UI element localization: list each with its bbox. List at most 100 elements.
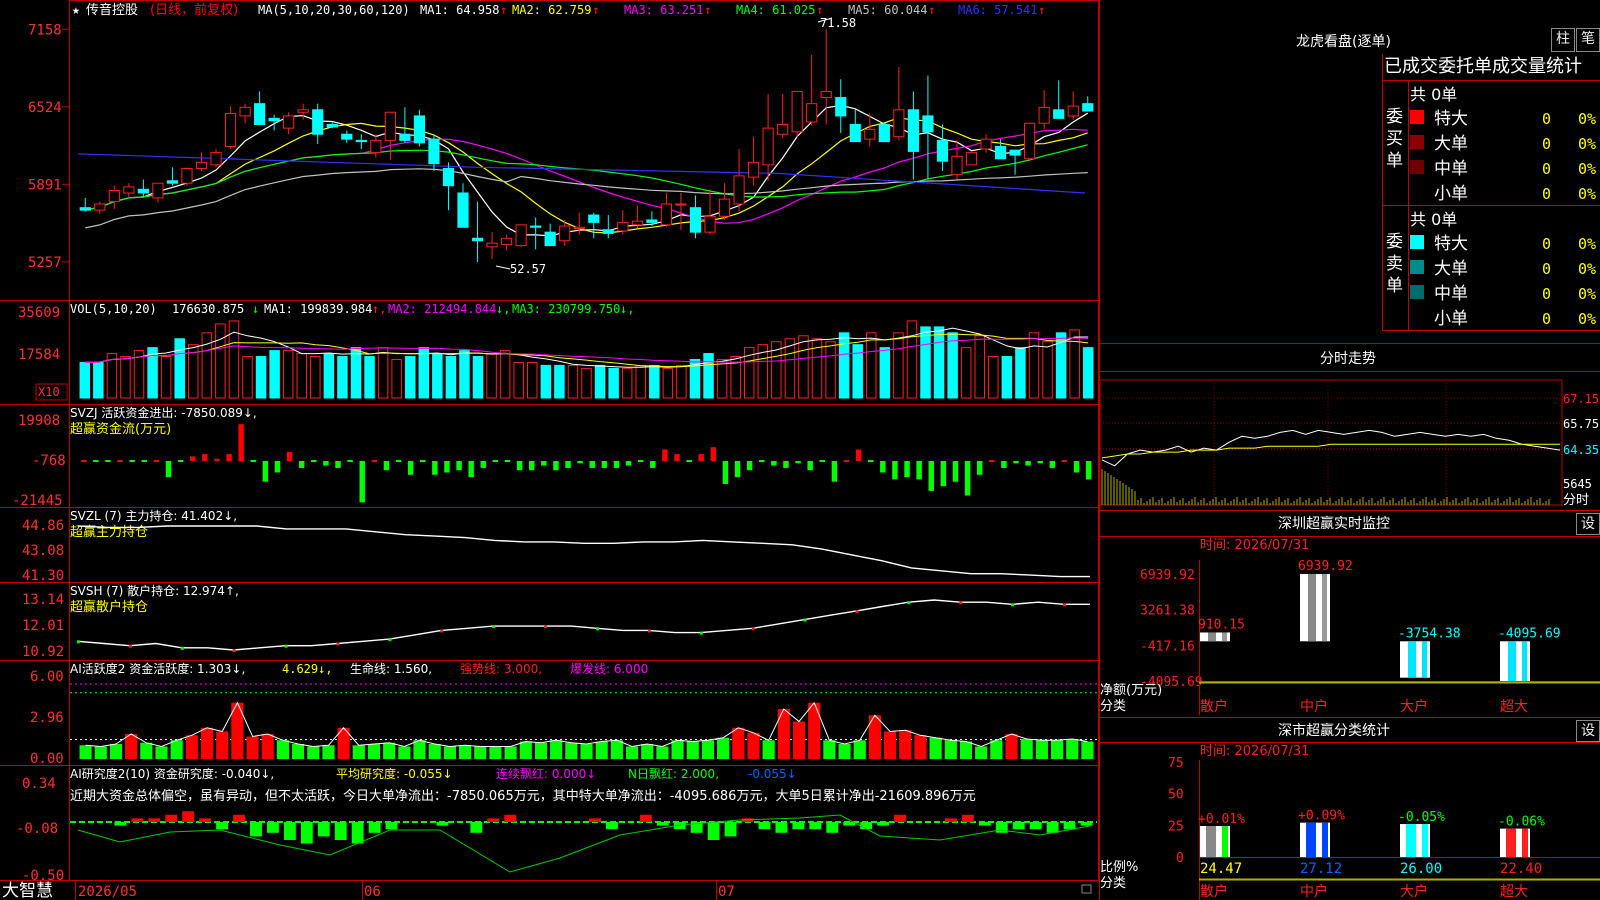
candle-body-21 (384, 111, 396, 141)
class-bar-shade2-2 (1422, 824, 1428, 857)
volume-bar-30 (486, 353, 497, 399)
candle-body-25 (442, 168, 455, 187)
class-settings-button[interactable]: 设 (1576, 720, 1600, 742)
date-label-may: 2026/05 (78, 884, 137, 900)
sell-swatch-0 (1410, 235, 1424, 249)
aihy-bar-65 (1066, 739, 1079, 759)
period-mode[interactable]: (日线，前复权) (150, 2, 238, 18)
svzj-bar-24 (371, 460, 378, 462)
svzj-bar-47 (650, 461, 656, 468)
class-cat-3: 超大 (1500, 884, 1528, 900)
fenshi-price-line (1101, 429, 1561, 467)
candle-body-28 (486, 242, 498, 248)
aihy-value2: 4.629↓, (282, 662, 333, 676)
aihy-tick-0: 6.00 (30, 669, 64, 685)
svzj-bar-60 (807, 461, 813, 471)
aiyj-bar-53 (978, 822, 991, 826)
svzj-bar-17 (286, 451, 293, 461)
stock-name[interactable]: 传音控股 (86, 2, 138, 18)
aiyj-tick-1: -0.08 (16, 821, 58, 837)
volume-bar-36 (567, 364, 579, 399)
svzj-bar-27 (407, 461, 414, 475)
candle-body-3 (123, 186, 135, 194)
monitor-title: 深圳超赢实时监控 (1278, 515, 1390, 532)
candle-body-68 (1067, 105, 1079, 117)
ma-legend-arrow-3: ↑ (704, 3, 711, 17)
monitor-bar-shade-3 (1508, 641, 1516, 681)
bar-mode-button[interactable]: 柱 (1551, 28, 1575, 52)
fenshi-tick-0: 67.15 (1563, 392, 1599, 406)
candle-body-41 (675, 203, 687, 206)
aihy-title: AI活跃度2 资金活跃度: 1.303↓, (70, 661, 245, 676)
aihy-bar-39 (671, 740, 684, 759)
volume-bar-56 (838, 332, 850, 399)
svzj-bar-67 (892, 461, 898, 480)
volume-bar-44 (676, 364, 687, 399)
aihy-bar-22 (413, 740, 426, 759)
sell-side-label-0: 委 (1386, 232, 1403, 252)
candle-body-6 (166, 180, 179, 184)
monitor-settings-button[interactable]: 设 (1576, 513, 1600, 535)
volume-bar-25 (418, 347, 430, 399)
sz-monitor-chart: 时间: 2026/07/31 6939.92 3261.38 -417.16 -4095… (1100, 538, 1600, 715)
sell-side-label-1: 卖 (1386, 254, 1403, 274)
aihy-bar-62 (1020, 739, 1033, 759)
candle-body-62 (980, 138, 992, 150)
candle-body-33 (559, 225, 571, 242)
class-bar-shade-3 (1506, 828, 1516, 857)
svzj-bar-70 (928, 461, 934, 491)
svsh-dot-0 (77, 640, 80, 644)
class-bar-shade2-3 (1522, 828, 1528, 857)
main-chart-canvas[interactable]: ★ 传音控股 (日线，前复权) MA(5,10,20,30,60,120) MA… (0, 0, 1600, 900)
candle-body-34 (573, 226, 585, 229)
buy-side-label-1: 买 (1386, 129, 1403, 149)
candle-body-16 (312, 109, 324, 135)
lhb-subtitle: 已成交委托单成交量统计 (1384, 56, 1582, 77)
tick-mode-button[interactable]: 笔 (1576, 28, 1600, 52)
svzj-bar-68 (904, 461, 910, 478)
aihy-bar-32 (565, 742, 578, 759)
candle-body-43 (704, 215, 716, 233)
svzj-tick-1: -768 (32, 453, 66, 469)
svzj-tick-2: -21445 (12, 493, 63, 509)
aihy-bar-8 (200, 727, 214, 759)
svzj-bar-71 (940, 461, 947, 487)
candle-body-37 (617, 221, 629, 232)
candle-body-54 (864, 128, 876, 140)
buy-row-pct-3: 0% (1578, 185, 1596, 203)
volume-bar-21 (364, 356, 375, 399)
lock-icon[interactable] (1081, 884, 1092, 894)
ma-legend: MA1: 64.958 ↑ MA2: 62.759 ↑ MA3: 63.251 ↑ MA4:… (420, 3, 1045, 17)
volume-bar-40 (621, 367, 633, 399)
svzj-bar-34 (492, 460, 499, 462)
svzj-bar-5 (141, 460, 148, 462)
volume-bar-47 (716, 358, 728, 399)
sell-side-label-2: 单 (1386, 276, 1403, 296)
aihy-bar-64 (1050, 740, 1064, 759)
aihy-bar-16 (322, 745, 335, 759)
sell-row-val-2: 0 (1542, 285, 1551, 303)
volume-bar-68 (1001, 356, 1013, 399)
svzj-bar-76 (1001, 461, 1007, 468)
volume-bar-12 (242, 356, 253, 399)
aihy-bar-0 (79, 745, 92, 759)
price-tick-2: 5891 (28, 177, 62, 193)
svzj-bar-79 (1037, 461, 1043, 464)
aiyj-bar-7 (199, 818, 212, 822)
class-tick-3: 0 (1176, 851, 1184, 866)
aihy-bar-19 (367, 744, 381, 759)
aiyj-label-0: 平均研究度: -0.055↓ (336, 766, 453, 781)
aiyj-bar-33 (639, 814, 652, 822)
volume-bar-63 (933, 326, 945, 399)
buy-side-label-0: 委 (1386, 107, 1403, 127)
volume-bar-28 (459, 350, 470, 399)
ma-legend-item-5: MA5: 60.044 (848, 3, 927, 17)
aihy-bar-35 (610, 740, 623, 759)
aihy-bar-12 (261, 734, 274, 759)
volume-bar-70 (1028, 332, 1040, 399)
svzj-bar-43 (601, 461, 608, 468)
ma-legend-arrow-1: ↑ (500, 3, 507, 17)
volume-bar-73 (1069, 329, 1080, 399)
svsh-dot-14 (440, 629, 444, 633)
price-high-mark: 71.58 (820, 16, 856, 30)
